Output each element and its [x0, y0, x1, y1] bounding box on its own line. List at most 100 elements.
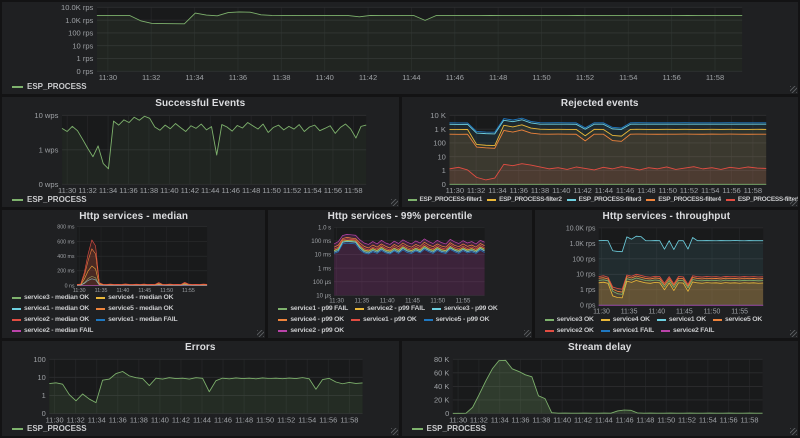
legend-item[interactable]: service2 - p99 FAIL: [355, 304, 425, 314]
legend-item[interactable]: service2 - median FAIL: [12, 326, 93, 336]
svg-text:10 µs: 10 µs: [317, 293, 332, 300]
errors-chart-canvas[interactable]: 11:30 11:32 11:34 11:36 11:38 11:40 11:42 11:44…: [2, 354, 399, 424]
legend-item[interactable]: service3 - median OK: [12, 293, 89, 303]
dashboard-row-1: 11:30 11:32 11:34 11:36 11:38 11:40 11:42 11:44…: [2, 2, 798, 94]
panel-title[interactable]: Http services - throughput: [535, 210, 798, 223]
legend-item[interactable]: ESP_PROCESS: [411, 424, 487, 434]
panel-resize-handle[interactable]: [790, 428, 797, 435]
svg-text:11:58: 11:58: [344, 186, 362, 195]
svg-text:11:32: 11:32: [466, 186, 484, 195]
legend-item[interactable]: service4 OK: [600, 315, 650, 325]
legend-item[interactable]: service3 OK: [544, 315, 594, 325]
svg-text:11:52: 11:52: [678, 415, 696, 424]
legend-item[interactable]: service5 - median OK: [96, 304, 173, 314]
svg-text:11:40: 11:40: [552, 186, 570, 195]
legend-item[interactable]: service1 - p99 OK: [350, 315, 417, 325]
stream-delay-chart-canvas[interactable]: 11:30 11:32 11:34 11:36 11:38 11:40 11:42 11:44…: [402, 354, 799, 424]
legend-item[interactable]: service1 - median OK: [12, 304, 89, 314]
panel-http-median: Http services - median 11:30 11:35 11:40 11…: [2, 210, 266, 338]
successful-events-chart-canvas[interactable]: 11:30 11:32 11:34 11:36 11:38 11:40 11:42 11:44…: [2, 110, 399, 195]
svg-text:1.0 s: 1.0 s: [318, 224, 331, 231]
legend-item[interactable]: ESP_PROCESS-filter2: [487, 195, 562, 205]
panel-http-throughput: Http services - throughput 11:30 11:35 11:…: [534, 210, 798, 338]
legend-item[interactable]: service4 - median OK: [96, 293, 173, 303]
series-color-swatch: [431, 308, 441, 310]
legend-item[interactable]: service5 OK: [712, 315, 762, 325]
svg-text:11:42: 11:42: [172, 415, 190, 424]
http-throughput-chart-canvas[interactable]: 11:30 11:35 11:40 11:45 11:50 11:55 0 rps 1 rps…: [535, 223, 798, 315]
svg-text:11:30: 11:30: [449, 415, 467, 424]
legend-label: service4 - median OK: [108, 294, 174, 301]
legend-item[interactable]: service2 - median OK: [12, 315, 89, 325]
svg-text:11:42: 11:42: [573, 186, 591, 195]
rejected-events-chart-canvas[interactable]: 11:30 11:32 11:34 11:36 11:38 11:40 11:42 11:44…: [402, 110, 799, 195]
svg-text:11:44: 11:44: [594, 186, 612, 195]
legend-item[interactable]: service1 FAIL: [600, 326, 654, 336]
panel-resize-handle[interactable]: [390, 428, 398, 435]
legend-item[interactable]: service1 - median FAIL: [96, 315, 178, 325]
svg-text:11:50: 11:50: [256, 415, 274, 424]
legend-label: ESP_PROCESS-filter2: [499, 196, 562, 203]
series-color-swatch: [96, 319, 106, 321]
svg-text:11:42: 11:42: [359, 73, 377, 82]
legend-item[interactable]: service5 - p99 OK: [423, 315, 489, 325]
legend-item[interactable]: service2 OK: [544, 326, 594, 336]
svg-text:11:48: 11:48: [489, 73, 507, 82]
legend-label: ESP_PROCESS: [27, 82, 87, 91]
panel-title[interactable]: Http services - median: [2, 210, 265, 223]
events-rate-chart-canvas[interactable]: 11:30 11:32 11:34 11:36 11:38 11:40 11:42 11:44…: [2, 2, 798, 82]
svg-text:11:40: 11:40: [160, 186, 178, 195]
svg-text:11:52: 11:52: [283, 186, 301, 195]
panel-resize-handle[interactable]: [790, 199, 797, 206]
panel-resize-handle[interactable]: [257, 330, 265, 337]
svg-text:11:42: 11:42: [181, 186, 199, 195]
series-color-swatch: [12, 86, 23, 88]
svg-text:60 K: 60 K: [434, 368, 449, 377]
svg-text:10 wps: 10 wps: [34, 111, 58, 120]
series-color-swatch: [278, 308, 288, 310]
series-color-swatch: [566, 199, 576, 201]
panel-resize-handle[interactable]: [789, 330, 797, 337]
http-median-chart-canvas[interactable]: 11:30 11:35 11:40 11:45 11:50 11:550 ns200 ms…: [2, 223, 265, 293]
panel-resize-handle[interactable]: [790, 86, 797, 93]
legend-item[interactable]: ESP_PROCESS: [12, 424, 87, 434]
svg-text:400 ms: 400 ms: [57, 254, 75, 260]
panel-title[interactable]: Stream delay: [402, 341, 799, 354]
legend-item[interactable]: service1 - p99 FAIL: [278, 304, 348, 314]
svg-text:11:54: 11:54: [698, 415, 716, 424]
series-color-swatch: [725, 199, 735, 201]
panel-title[interactable]: Errors: [2, 341, 399, 354]
svg-text:11:44: 11:44: [594, 415, 612, 424]
legend-item[interactable]: service4 - p99 OK: [278, 315, 344, 325]
svg-text:11:32: 11:32: [469, 415, 487, 424]
legend-item[interactable]: ESP_PROCESS-filter1: [407, 195, 482, 205]
legend-item[interactable]: service3 - p99 OK: [431, 304, 498, 314]
svg-text:11:30: 11:30: [445, 186, 463, 195]
svg-text:11:46: 11:46: [214, 415, 232, 424]
legend-label: service2 - median OK: [24, 316, 90, 323]
series-color-swatch: [12, 319, 21, 321]
svg-text:11:56: 11:56: [722, 186, 740, 195]
legend-item[interactable]: service2 - p99 OK: [278, 326, 344, 336]
panel-title[interactable]: Http services - 99% percentile: [268, 210, 531, 223]
legend-item[interactable]: ESP_PROCESS: [12, 82, 87, 92]
http-p99-legend: service1 - p99 FAIL service2 - p99 FAIL se…: [268, 304, 531, 338]
http-p99-chart-canvas[interactable]: 11:30 11:35 11:40 11:45 11:50 11:5510 µs100 µ…: [268, 223, 531, 304]
svg-text:11:46: 11:46: [615, 186, 633, 195]
legend-label: ESP_PROCESS: [426, 424, 487, 433]
legend-item[interactable]: ESP_PROCESS-filter3: [566, 195, 642, 205]
series-color-swatch: [712, 319, 722, 321]
legend-item[interactable]: service1 OK: [656, 315, 706, 325]
panel-resize-handle[interactable]: [523, 330, 531, 337]
panel-resize-handle[interactable]: [390, 199, 398, 206]
svg-text:11:46: 11:46: [446, 73, 464, 82]
svg-text:10 ms: 10 ms: [315, 252, 332, 259]
legend-item[interactable]: ESP_PROCESS-filter4: [646, 195, 721, 205]
svg-text:11:32: 11:32: [78, 186, 96, 195]
panel-title[interactable]: Rejected events: [402, 97, 799, 110]
panel-title[interactable]: Successful Events: [2, 97, 399, 110]
svg-text:11:45: 11:45: [676, 308, 693, 315]
legend-item[interactable]: service2 FAIL: [661, 326, 714, 336]
legend-item[interactable]: ESP_PROCESS: [12, 195, 87, 205]
legend-item[interactable]: ESP_PROCESS-filter5: [725, 195, 798, 205]
